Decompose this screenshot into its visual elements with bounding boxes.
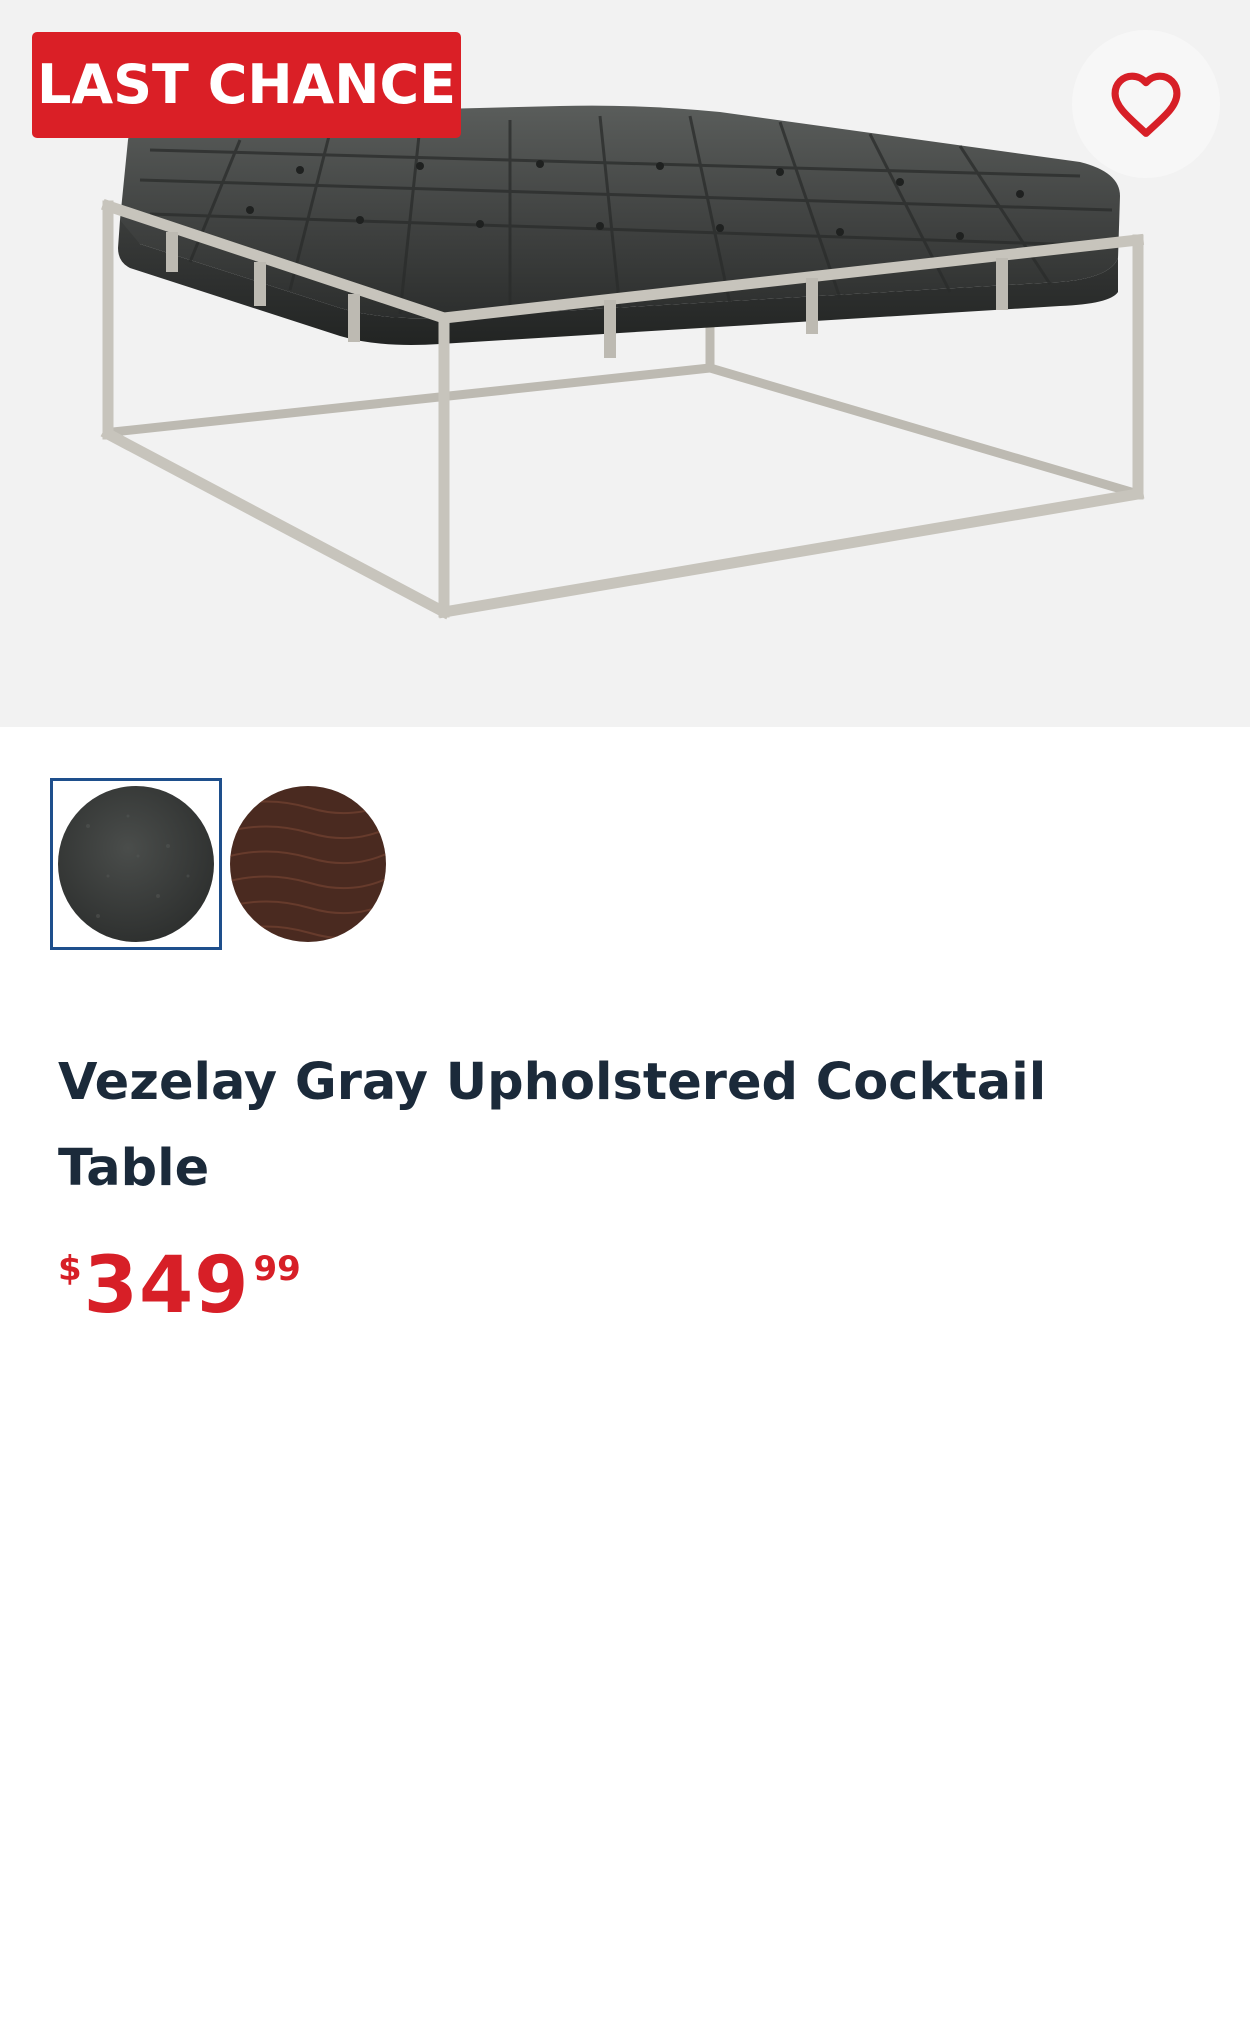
favorite-button[interactable] xyxy=(1072,30,1220,178)
last-chance-badge: LAST CHANCE xyxy=(32,32,461,138)
swatch-brown[interactable] xyxy=(222,778,394,950)
product-title[interactable]: Vezelay Gray Upholstered Cocktail Table xyxy=(58,1040,1178,1212)
price-cents: 99 xyxy=(253,1249,301,1289)
heart-icon xyxy=(1111,72,1181,137)
price-dollars: 349 xyxy=(83,1241,250,1331)
product-card[interactable]: LAST CHANCE Vezelay Gray Upholstered Coc… xyxy=(0,0,1250,2029)
swatch-gray[interactable] xyxy=(50,778,222,950)
color-swatches xyxy=(50,778,394,950)
swatch-gray-dot xyxy=(58,786,214,942)
product-image[interactable]: LAST CHANCE xyxy=(0,0,1250,727)
price-currency: $ xyxy=(58,1249,82,1289)
swatch-brown-dot xyxy=(230,786,386,942)
product-price: $ 349 99 xyxy=(58,1240,301,1332)
